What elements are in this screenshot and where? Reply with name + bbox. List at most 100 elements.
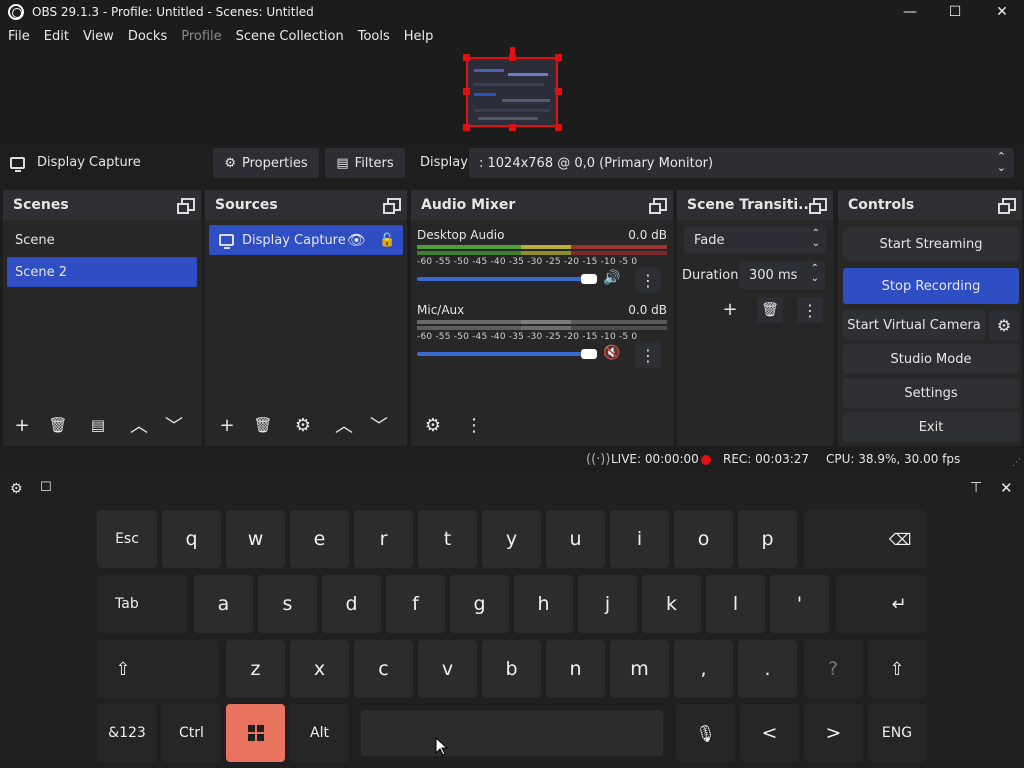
key-e[interactable]: e xyxy=(290,510,349,568)
key-alt[interactable]: Alt xyxy=(290,704,349,762)
key-c[interactable]: c xyxy=(354,640,413,698)
minimize-button[interactable]: — xyxy=(888,0,932,24)
key-d[interactable]: d xyxy=(322,575,381,633)
chevron-down-icon[interactable]: ﹀ xyxy=(365,413,393,437)
key-x[interactable]: x xyxy=(290,640,349,698)
resize-handle[interactable] xyxy=(555,88,562,95)
chevron-down-icon[interactable]: ﹀ xyxy=(160,413,188,437)
microphone-icon[interactable]: 🎙 xyxy=(676,704,735,762)
dock-keyboard-icon[interactable]: ⊤ xyxy=(970,480,982,496)
key-z[interactable]: z xyxy=(226,640,285,698)
menu-docks[interactable]: Docks xyxy=(128,29,167,44)
resize-handle[interactable] xyxy=(463,88,470,95)
key-r[interactable]: r xyxy=(354,510,413,568)
key-i[interactable]: i xyxy=(610,510,669,568)
speaker-icon[interactable]: 🔊 xyxy=(603,270,620,286)
kebab-menu-icon[interactable]: ⋮ xyxy=(460,413,488,437)
float-dock-icon[interactable] xyxy=(177,198,195,214)
key-k[interactable]: k xyxy=(642,575,701,633)
studio-mode-button[interactable]: Studio Mode xyxy=(843,344,1019,374)
settings-button[interactable]: Settings xyxy=(843,378,1019,408)
close-keyboard-icon[interactable]: ✕ xyxy=(1000,479,1013,497)
key-u[interactable]: u xyxy=(546,510,605,568)
volume-slider[interactable] xyxy=(417,352,589,356)
key-ctrl[interactable]: Ctrl xyxy=(162,704,221,762)
key-v[interactable]: v xyxy=(418,640,477,698)
maximize-button[interactable]: ☐ xyxy=(933,0,977,24)
filters-button[interactable]: ▤ Filters xyxy=(325,148,405,178)
add-icon[interactable]: + xyxy=(716,297,744,321)
chevron-up-icon[interactable]: ︿ xyxy=(125,413,153,437)
add-icon[interactable]: + xyxy=(8,413,36,437)
volume-slider-handle[interactable] xyxy=(581,274,597,284)
display-select[interactable]: : 1024x768 @ 0,0 (Primary Monitor) ⌃ ⌄ xyxy=(469,148,1014,178)
key-m[interactable]: m xyxy=(610,640,669,698)
key-comma[interactable]: , xyxy=(674,640,733,698)
rotate-handle[interactable] xyxy=(510,47,515,55)
eye-icon[interactable]: 👁 xyxy=(347,231,366,249)
advanced-audio-gear-icon[interactable]: ⚙ xyxy=(419,413,447,437)
menu-scene-collection[interactable]: Scene Collection xyxy=(236,29,344,44)
key-symbols[interactable]: &123 xyxy=(97,704,157,762)
transition-select[interactable]: Fade ⌃ ⌄ xyxy=(684,226,826,254)
kebab-menu-icon[interactable]: ⋮ xyxy=(635,267,661,293)
key-language[interactable]: ENG xyxy=(868,704,926,762)
key-s[interactable]: s xyxy=(258,575,317,633)
gear-icon[interactable]: ⚙ xyxy=(289,413,317,437)
close-button[interactable]: ✕ xyxy=(980,0,1024,24)
resize-handle[interactable] xyxy=(555,54,562,61)
keyboard-settings-gear-icon[interactable]: ⚙ xyxy=(10,481,23,497)
key-b[interactable]: b xyxy=(482,640,541,698)
duration-spinbox[interactable]: 300 ms ⌃ ⌄ xyxy=(739,261,825,289)
key-h[interactable]: h xyxy=(514,575,573,633)
volume-slider[interactable] xyxy=(417,277,589,281)
scene-item-selected[interactable]: Scene 2 xyxy=(7,257,197,287)
preview-source-thumbnail[interactable] xyxy=(466,57,558,127)
resize-handle[interactable] xyxy=(463,54,470,61)
key-n[interactable]: n xyxy=(546,640,605,698)
key-esc[interactable]: Esc xyxy=(97,510,157,568)
kebab-menu-icon[interactable]: ⋮ xyxy=(797,297,823,323)
menu-file[interactable]: File xyxy=(8,29,30,44)
trash-icon[interactable]: 🗑 xyxy=(44,413,72,437)
volume-slider-handle[interactable] xyxy=(581,349,597,359)
key-tab[interactable]: Tab xyxy=(97,575,187,633)
filter-icon[interactable]: ▤ xyxy=(84,413,112,437)
key-left-arrow[interactable]: < xyxy=(740,704,799,762)
key-question[interactable]: ? xyxy=(804,640,862,698)
key-apostrophe[interactable]: ' xyxy=(770,575,829,633)
menu-help[interactable]: Help xyxy=(404,29,434,44)
menu-view[interactable]: View xyxy=(83,29,114,44)
stop-recording-button[interactable]: Stop Recording xyxy=(843,268,1019,304)
add-icon[interactable]: + xyxy=(213,413,241,437)
source-item-selected[interactable]: Display Capture 👁 🔓 xyxy=(209,225,403,255)
float-dock-icon[interactable] xyxy=(998,198,1016,214)
trash-icon[interactable]: 🗑 xyxy=(757,297,783,323)
resize-handle[interactable] xyxy=(509,54,516,61)
menu-edit[interactable]: Edit xyxy=(44,29,69,44)
key-l[interactable]: l xyxy=(706,575,765,633)
key-q[interactable]: q xyxy=(162,510,221,568)
key-y[interactable]: y xyxy=(482,510,541,568)
trash-icon[interactable]: 🗑 xyxy=(249,413,277,437)
start-streaming-button[interactable]: Start Streaming xyxy=(843,227,1019,261)
shift-right-icon[interactable]: ⇧ xyxy=(868,640,926,698)
enter-icon[interactable]: ↵ xyxy=(836,575,926,633)
key-f[interactable]: f xyxy=(386,575,445,633)
chevron-up-icon[interactable]: ︿ xyxy=(330,413,358,437)
key-a[interactable]: a xyxy=(194,575,253,633)
key-t[interactable]: t xyxy=(418,510,477,568)
properties-button[interactable]: ⚙ Properties xyxy=(213,148,319,178)
key-g[interactable]: g xyxy=(450,575,509,633)
float-dock-icon[interactable] xyxy=(383,198,401,214)
kebab-menu-icon[interactable]: ⋮ xyxy=(635,342,661,368)
exit-button[interactable]: Exit xyxy=(843,412,1019,442)
resize-handle[interactable] xyxy=(509,124,516,131)
resize-handle[interactable] xyxy=(555,124,562,131)
resize-handle[interactable] xyxy=(463,124,470,131)
virtual-camera-settings-gear-icon[interactable]: ⚙ xyxy=(989,310,1019,340)
menu-tools[interactable]: Tools xyxy=(358,29,390,44)
muted-speaker-icon[interactable]: 🔇 xyxy=(603,345,620,361)
backspace-icon[interactable]: ⌫ xyxy=(804,510,926,568)
scene-item[interactable]: Scene xyxy=(7,225,197,255)
